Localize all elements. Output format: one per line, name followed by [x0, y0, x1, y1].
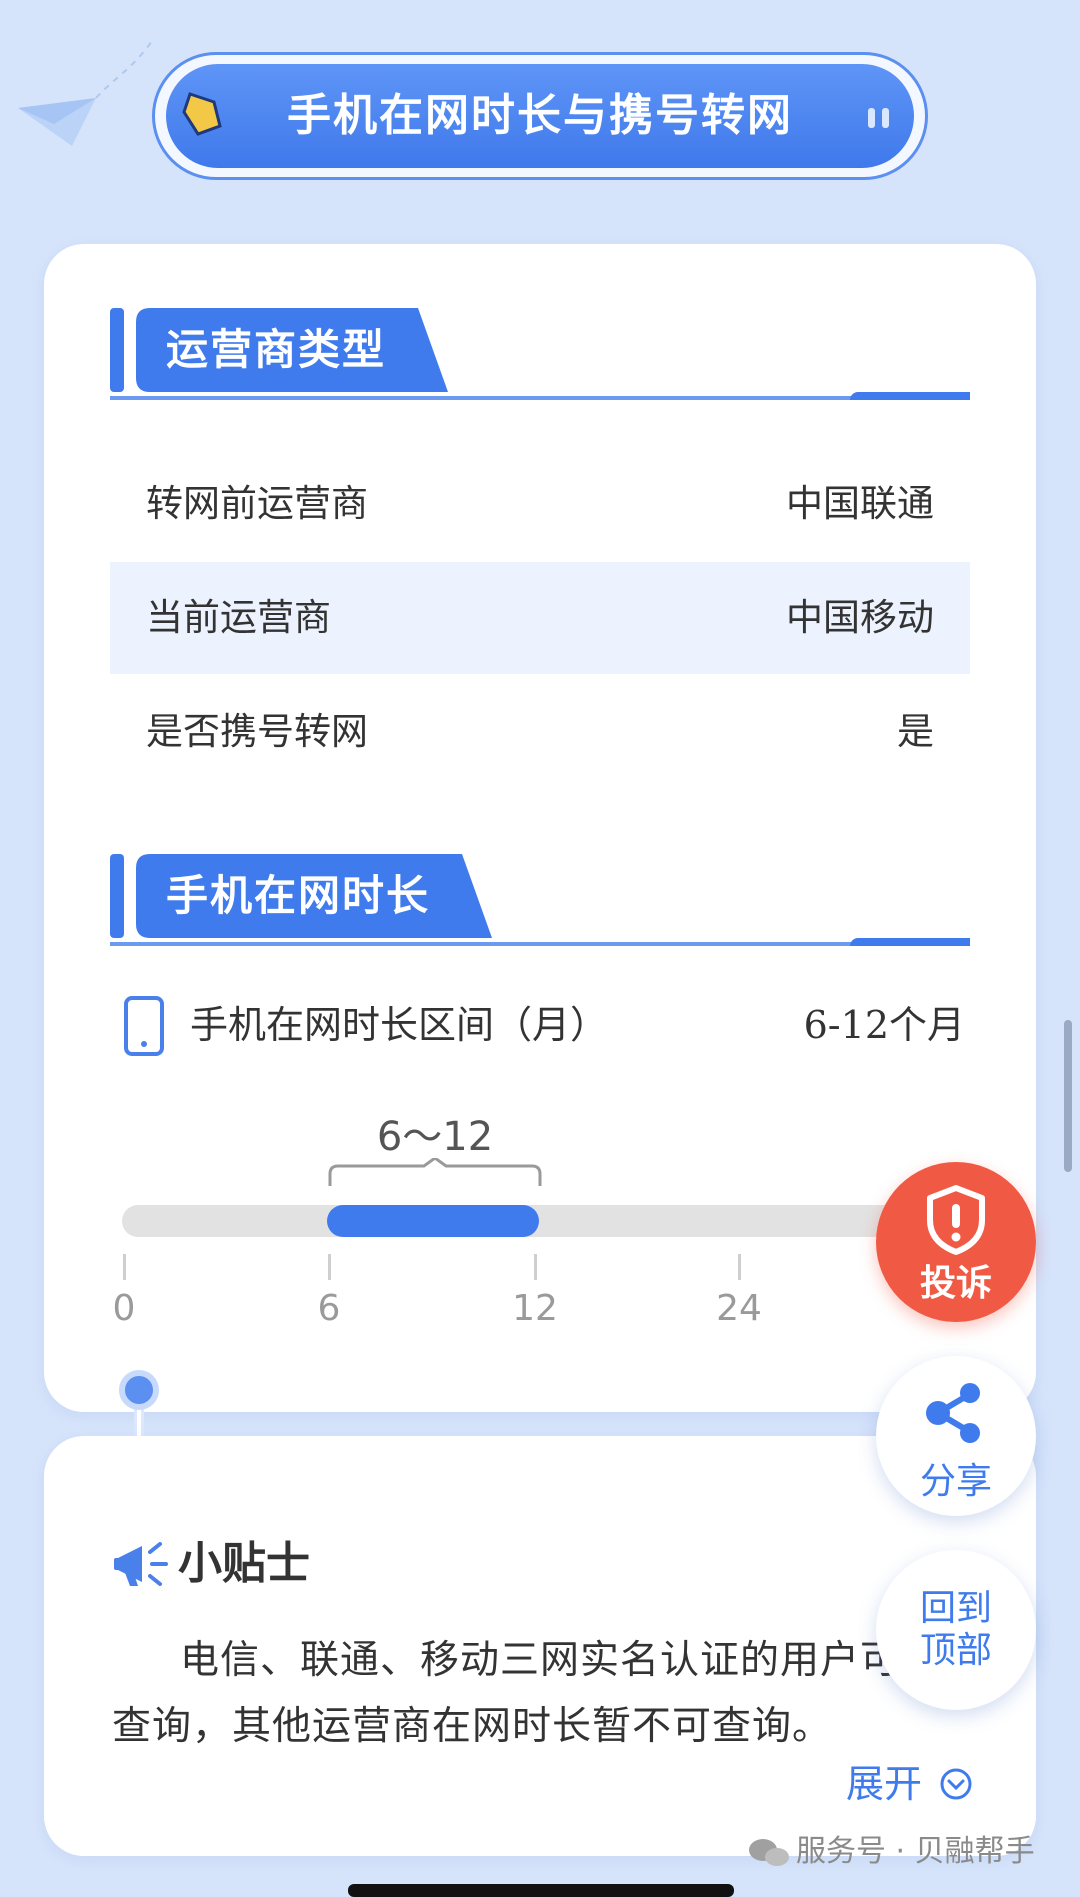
paper-plane-icon — [18, 37, 155, 146]
scrollbar[interactable] — [1064, 1020, 1072, 1172]
info-row: 转网前运营商 中国联通 — [110, 448, 970, 560]
wechat-icon — [749, 1839, 789, 1866]
row-value: 中国联通 — [786, 482, 934, 525]
axis-tick — [123, 1254, 126, 1280]
share-label: 分享 — [919, 1461, 992, 1502]
shield-alert-icon — [927, 1185, 985, 1255]
axis-tick-label: 24 — [716, 1288, 762, 1329]
section-accent-bar — [110, 308, 124, 392]
axis-tick — [328, 1254, 331, 1280]
tips-title: 小贴士 — [178, 1538, 310, 1589]
row-value: 中国移动 — [786, 596, 934, 639]
share-icon — [926, 1383, 980, 1443]
section-heading-tenure: 手机在网时长 — [166, 871, 431, 920]
complain-label: 投诉 — [919, 1263, 992, 1304]
row-label: 是否携号转网 — [146, 710, 368, 753]
row-label: 转网前运营商 — [146, 482, 368, 525]
pause-icon[interactable] — [866, 106, 894, 130]
range-brace — [328, 1158, 542, 1186]
tenure-value: 6-12个月 — [803, 1003, 965, 1047]
info-row: 当前运营商 中国移动 — [110, 562, 970, 674]
back-to-top-label-line1: 回到 — [919, 1588, 992, 1629]
section-divider-accent — [850, 392, 970, 400]
tips-text: 电信、联通、移动三网实名认证的用户可以查询，其他运营商在网时长暂不可查询。 — [112, 1638, 941, 1749]
connector-dot — [119, 1370, 159, 1410]
section-divider — [110, 396, 970, 400]
chevron-down-icon[interactable] — [940, 1768, 972, 1800]
info-row: 是否携号转网 是 — [110, 676, 970, 788]
expand-link[interactable]: 展开 — [846, 1756, 922, 1812]
watermark: 服务号 · 贝融帮手 — [796, 1834, 1035, 1869]
page-title: 手机在网时长与携号转网 — [287, 90, 793, 141]
range-label: 6～12 — [376, 1114, 494, 1160]
row-label: 当前运营商 — [146, 596, 331, 639]
axis-tick-label: 12 — [512, 1288, 558, 1329]
axis-tick-label: 0 — [112, 1288, 136, 1329]
tenure-range-fill — [327, 1205, 539, 1237]
back-to-top-label-line2: 顶部 — [919, 1630, 992, 1671]
megaphone-icon — [114, 1542, 168, 1586]
axis-tick-label: 6 — [317, 1288, 341, 1329]
section-divider-accent — [850, 938, 970, 946]
axis-tick — [534, 1254, 537, 1280]
section-divider — [110, 942, 970, 946]
axis-tick — [738, 1254, 741, 1280]
back-to-top-label: 回到 顶部 — [876, 1588, 1036, 1672]
row-value: 是 — [897, 710, 934, 753]
section-heading-carrier: 运营商类型 — [166, 325, 387, 374]
phone-icon — [124, 996, 164, 1056]
tenure-label: 手机在网时长区间（月） — [190, 1003, 609, 1047]
section-accent-bar — [110, 854, 124, 938]
home-indicator — [348, 1884, 734, 1897]
